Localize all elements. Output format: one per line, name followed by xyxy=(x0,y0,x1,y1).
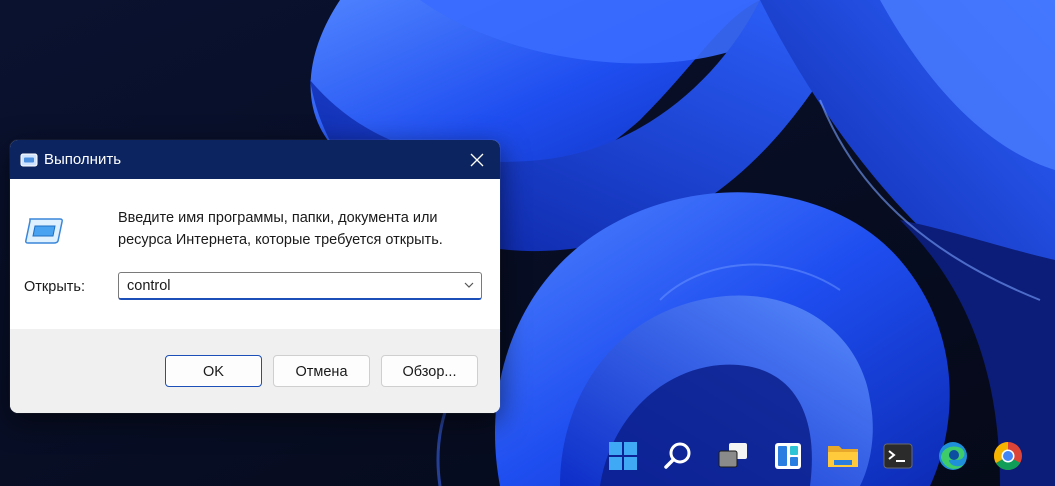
open-label: Открыть: xyxy=(24,279,85,295)
widgets-button[interactable] xyxy=(770,438,806,474)
close-button[interactable] xyxy=(454,140,500,179)
file-explorer-icon xyxy=(828,446,858,467)
dialog-footer: OK Отмена Обзор... xyxy=(10,329,500,413)
task-view-icon xyxy=(718,443,747,468)
close-icon xyxy=(470,153,484,166)
open-input[interactable] xyxy=(119,273,457,298)
edge-button[interactable] xyxy=(935,438,971,474)
terminal-button[interactable] xyxy=(880,438,916,474)
edge-icon xyxy=(939,442,967,470)
start-button[interactable] xyxy=(605,438,641,474)
cancel-button[interactable]: Отмена xyxy=(273,355,370,387)
search-icon xyxy=(664,442,691,469)
chrome-button[interactable] xyxy=(990,438,1026,474)
file-explorer-button[interactable] xyxy=(825,438,861,474)
run-dialog: Выполнить Введите имя программы, папки, … xyxy=(10,140,500,413)
search-button[interactable] xyxy=(660,438,696,474)
terminal-icon xyxy=(883,443,913,469)
chrome-icon xyxy=(994,442,1022,470)
dialog-content: Введите имя программы, папки, документа … xyxy=(10,179,500,329)
chevron-down-icon[interactable] xyxy=(462,278,476,292)
widgets-icon xyxy=(775,443,801,469)
run-icon xyxy=(20,153,38,167)
ok-button[interactable]: OK xyxy=(165,355,262,387)
run-icon xyxy=(25,218,63,244)
dialog-title: Выполнить xyxy=(44,151,122,168)
start-icon xyxy=(609,442,637,470)
title-bar[interactable]: Выполнить xyxy=(10,140,500,179)
open-combobox[interactable] xyxy=(118,272,482,300)
browse-button[interactable]: Обзор... xyxy=(381,355,478,387)
dialog-description: Введите имя программы, папки, документа … xyxy=(118,210,443,248)
task-view-button[interactable] xyxy=(715,438,751,474)
